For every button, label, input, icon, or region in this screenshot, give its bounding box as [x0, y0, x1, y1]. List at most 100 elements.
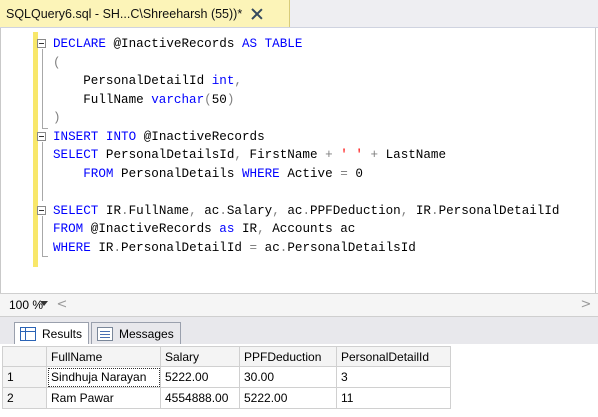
code-line[interactable]: FullName varchar(50) [53, 91, 559, 110]
row-number[interactable]: 2 [2, 387, 47, 409]
code-token: PersonalDetailsId [105, 148, 235, 162]
code-token: ) [53, 111, 61, 125]
code-token: . [219, 203, 227, 218]
code-token: , [189, 203, 205, 218]
scroll-left-icon[interactable]: < [56, 297, 68, 313]
code-token: , [234, 148, 250, 162]
collapse-icon[interactable] [37, 206, 46, 215]
grid-cell[interactable]: Ram Pawar [46, 387, 161, 409]
scroll-right-icon[interactable]: > [580, 297, 592, 313]
column-header[interactable]: FullName [46, 346, 161, 367]
grid-icon [20, 327, 36, 341]
results-tab-bar: Results Messages [0, 317, 598, 345]
code-line[interactable]: PersonalDetailId int, [53, 72, 559, 91]
query-tab[interactable]: SQLQuery6.sql - SH...C\Shreeharsh (55))* [0, 0, 290, 27]
code-line[interactable]: DECLARE @InactiveRecords AS TABLE [53, 35, 559, 54]
code-token: SELECT [53, 203, 106, 218]
code-line[interactable]: INSERT INTO @InactiveRecords [53, 128, 559, 147]
outline-line [42, 142, 43, 201]
code-line[interactable]: FROM PersonalDetails WHERE Active = 0 [53, 165, 559, 184]
outline-line [42, 216, 43, 256]
chevron-down-icon[interactable] [40, 301, 48, 306]
code-token: PersonalDetailId [53, 74, 212, 88]
code-line[interactable]: WHERE IR.PersonalDetailId = ac.PersonalD… [53, 239, 559, 258]
column-header[interactable]: PPFDeduction [239, 346, 337, 367]
change-tracking-bar [33, 32, 38, 267]
query-tab-title: SQLQuery6.sql - SH...C\Shreeharsh (55))* [6, 6, 243, 21]
grid-cell[interactable]: Sindhuja Narayan [46, 366, 161, 388]
code-token: @InactiveRecords [113, 37, 242, 51]
code-token: , [257, 222, 273, 236]
code-token: ( [204, 92, 212, 107]
code-token: @InactiveRecords [143, 129, 265, 144]
outline-line-end [42, 128, 48, 129]
code-token: IR [415, 203, 431, 218]
code-line[interactable] [53, 183, 559, 202]
code-token: WHERE [241, 166, 288, 181]
code-token: ( [53, 55, 61, 70]
grid-cell[interactable]: 3 [336, 366, 451, 388]
code-token: , [234, 74, 242, 88]
code-line[interactable]: ( [53, 54, 559, 73]
row-number-header[interactable] [2, 346, 47, 367]
zoom-level[interactable]: 100 % [9, 298, 43, 312]
code-token: , [272, 203, 288, 218]
grid-header-row: FullName Salary PPFDeduction PersonalDet… [2, 346, 451, 367]
grid-cell[interactable]: 4554888.00 [160, 387, 240, 409]
tab-messages[interactable]: Messages [91, 322, 181, 344]
code-token: AS TABLE [241, 37, 303, 51]
outline-line-end [42, 256, 48, 257]
sql-editor[interactable]: DECLARE @InactiveRecords AS TABLE( Perso… [0, 28, 596, 293]
table-row[interactable]: 2 Ram Pawar 4554888.00 5222.00 11 [2, 387, 451, 409]
code-token: ) [226, 92, 235, 107]
code-token: INSERT INTO [53, 129, 144, 144]
table-row[interactable]: 1 Sindhuja Narayan 5222.00 30.00 3 [2, 366, 451, 388]
column-header[interactable]: PersonalDetailId [336, 346, 451, 367]
code-token: . [113, 240, 122, 255]
code-token: + [370, 148, 386, 162]
grid-cell[interactable]: 30.00 [239, 366, 337, 388]
code-token: Active [287, 166, 341, 181]
close-icon[interactable] [250, 7, 264, 21]
collapse-icon[interactable] [37, 132, 46, 141]
code-token: PersonalDetailsId [287, 240, 416, 255]
code-token: = [340, 166, 356, 181]
code-token: 50 [211, 92, 227, 107]
code-token: PPFDeduction [310, 203, 401, 218]
code-token: . [121, 203, 129, 218]
code-token: ac [264, 240, 280, 255]
code-line[interactable]: SELECT PersonalDetailsId, FirstName + ' … [53, 146, 559, 165]
code-token: + [325, 148, 341, 162]
outline-line [42, 49, 43, 129]
code-token: IR [241, 222, 258, 236]
collapse-icon[interactable] [37, 39, 46, 48]
code-token: ' ' [340, 148, 371, 162]
code-token: varchar [151, 92, 205, 107]
messages-icon [97, 326, 113, 341]
code-token: ac [287, 203, 303, 218]
code-token: PersonalDetailId [121, 240, 250, 255]
column-header[interactable]: Salary [160, 346, 240, 367]
results-grid: FullName Salary PPFDeduction PersonalDet… [2, 346, 451, 409]
tab-messages-label: Messages [119, 326, 174, 341]
code-token: 0 [355, 166, 363, 181]
editor-status-bar: 100 % < > [0, 293, 598, 317]
code-token: FullName [53, 92, 152, 107]
code-line[interactable]: ) [53, 109, 559, 128]
tab-results[interactable]: Results [14, 322, 90, 345]
code-line[interactable]: SELECT IR.FullName, ac.Salary, ac.PPFDed… [53, 202, 559, 221]
row-number[interactable]: 1 [2, 366, 47, 388]
code-token: Accounts [272, 222, 341, 236]
sql-code[interactable]: DECLARE @InactiveRecords AS TABLE( Perso… [53, 35, 559, 257]
code-token: as [219, 222, 242, 236]
code-token: WHERE [53, 240, 99, 255]
code-token: , [400, 203, 416, 218]
grid-cell[interactable]: 11 [336, 387, 451, 409]
code-token: SELECT [53, 148, 106, 162]
code-token: DECLARE [53, 37, 114, 51]
grid-cell[interactable]: 5222.00 [160, 366, 240, 388]
code-line[interactable]: FROM @InactiveRecords as IR, Accounts ac [53, 220, 559, 239]
grid-cell[interactable]: 5222.00 [239, 387, 337, 409]
document-tab-bar: SQLQuery6.sql - SH...C\Shreeharsh (55))* [0, 0, 598, 28]
code-token: PersonalDetails [121, 166, 242, 181]
